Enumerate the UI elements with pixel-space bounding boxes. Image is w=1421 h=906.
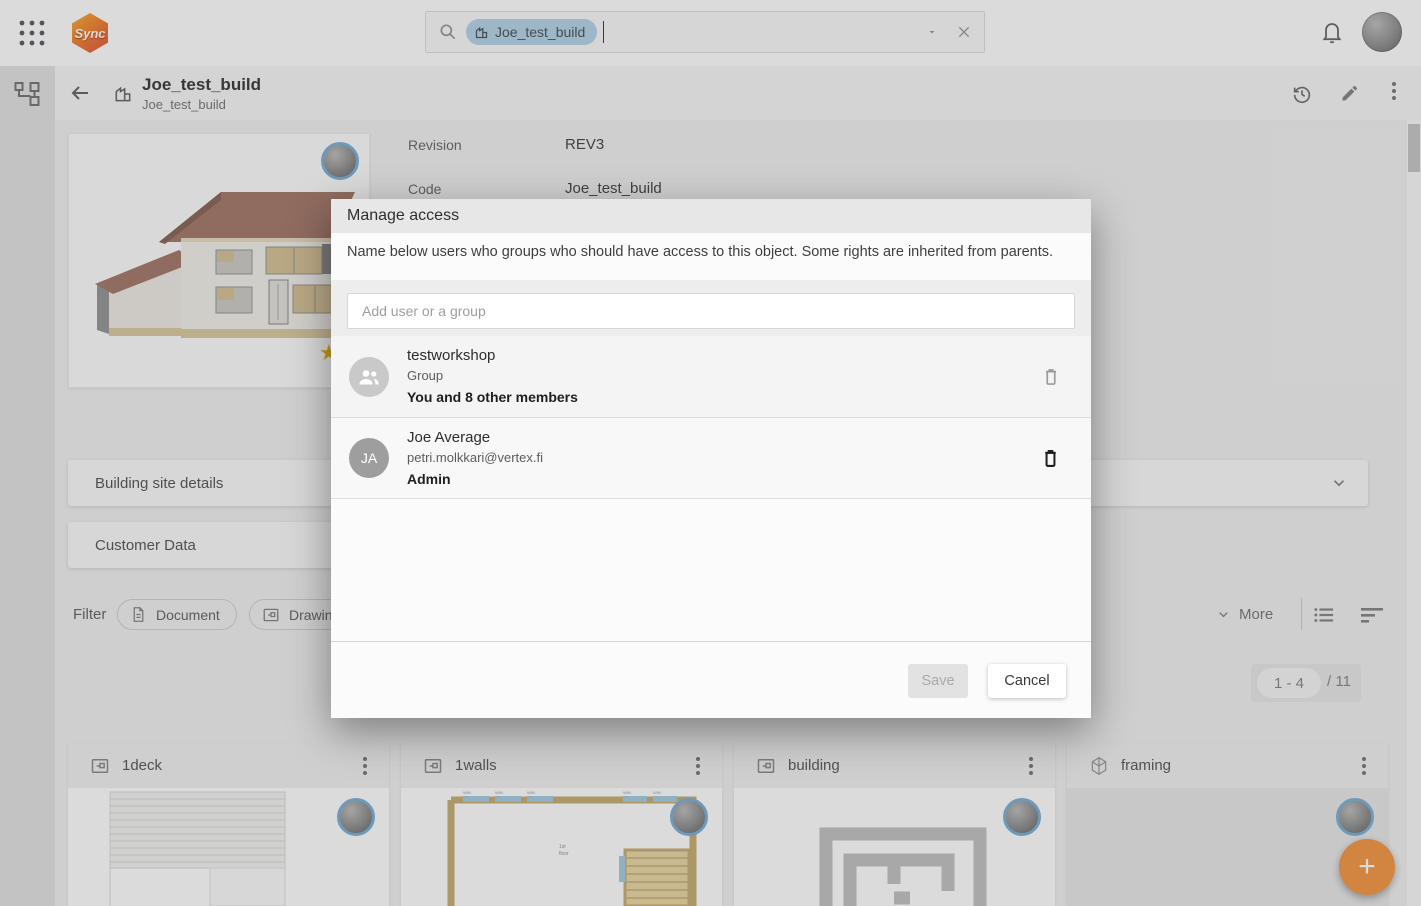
delete-trash-icon[interactable] [1040, 446, 1061, 471]
member-type: Group [407, 366, 578, 386]
access-list-row-user[interactable]: JA Joe Average petri.molkkari@vertex.fi … [331, 418, 1091, 499]
cancel-button[interactable]: Cancel [988, 664, 1066, 698]
member-status: Admin [407, 468, 543, 490]
manage-access-dialog: Manage access Name below users who group… [331, 199, 1091, 717]
access-list-row-group[interactable]: testworkshop Group You and 8 other membe… [331, 336, 1091, 418]
dialog-footer: Save Cancel [331, 641, 1091, 718]
app-window: Sync Joe_test_build [0, 0, 1421, 906]
dialog-description: Name below users who groups who should h… [347, 244, 1071, 260]
member-email: petri.molkkari@vertex.fi [407, 448, 543, 468]
member-name: testworkshop [407, 345, 578, 366]
add-user-input[interactable] [347, 293, 1075, 329]
user-initials: JA [361, 450, 377, 466]
member-name: Joe Average [407, 427, 543, 448]
user-initials-avatar: JA [349, 438, 389, 478]
dialog-titlebar: Manage access [331, 199, 1091, 233]
add-user-section [331, 280, 1091, 336]
member-status: You and 8 other members [407, 386, 578, 408]
delete-trash-icon[interactable] [1041, 365, 1061, 389]
save-button[interactable]: Save [908, 664, 968, 698]
group-icon [357, 365, 381, 389]
group-avatar [349, 357, 389, 397]
dialog-title: Manage access [347, 207, 459, 225]
